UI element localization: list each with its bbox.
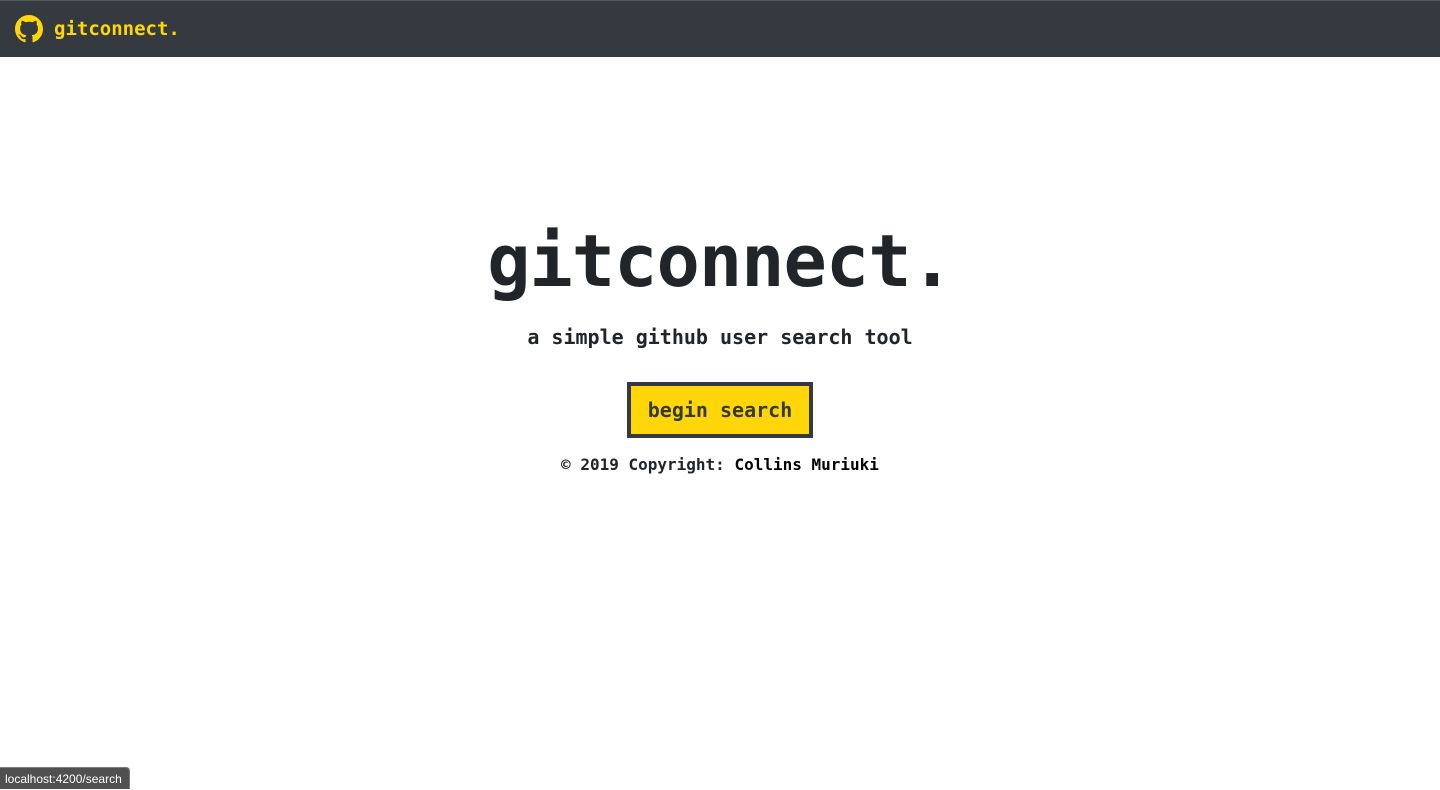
copyright-footer: © 2019 Copyright: Collins Muriuki — [0, 455, 1440, 474]
hero-section: gitconnect. a simple github user search … — [0, 57, 1440, 789]
page-subtitle: a simple github user search tool — [0, 325, 1440, 349]
begin-search-button[interactable]: begin search — [627, 382, 813, 438]
browser-status-bar: localhost:4200/search — [0, 767, 130, 789]
subtitle-text: a simple github user search tool — [527, 325, 912, 349]
page-title: gitconnect. — [0, 225, 1440, 297]
github-icon — [15, 15, 43, 43]
copyright-author: Collins Muriuki — [734, 455, 879, 474]
brand-link[interactable]: gitconnect. — [15, 15, 180, 43]
brand-label: gitconnect. — [54, 18, 180, 40]
navbar: gitconnect. — [0, 0, 1440, 57]
copyright-prefix: © 2019 Copyright: — [561, 455, 734, 474]
